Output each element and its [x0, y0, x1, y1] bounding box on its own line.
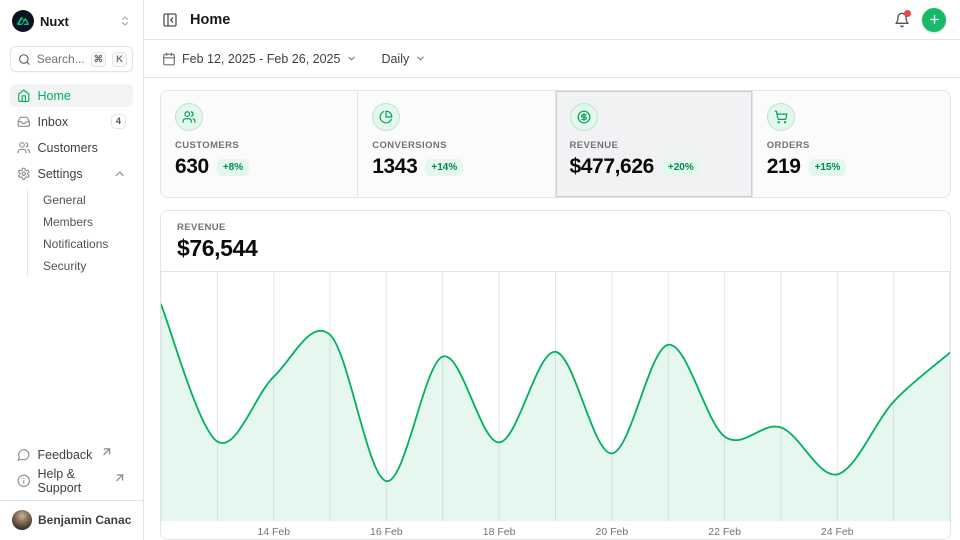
avatar: [12, 510, 32, 530]
users-icon: [17, 141, 31, 155]
stat-delta-badge: +15%: [809, 159, 847, 176]
add-button[interactable]: [922, 8, 946, 32]
stat-value: 1343: [372, 155, 417, 179]
app-window: Nuxt Search... ⌘ K Home Inbox 4 Customer…: [0, 0, 960, 540]
team-selector[interactable]: Nuxt: [10, 8, 133, 34]
chevron-down-icon: [346, 53, 357, 64]
stat-card-orders[interactable]: ORDERS 219 +15%: [753, 91, 950, 197]
stat-label: REVENUE: [570, 140, 738, 151]
search-icon: [18, 53, 31, 66]
collapse-sidebar-button[interactable]: [158, 8, 182, 32]
sidebar-item-customers[interactable]: Customers: [10, 136, 133, 159]
stat-value: 630: [175, 155, 209, 179]
filters-toolbar: Feb 12, 2025 - Feb 26, 2025 Daily: [144, 40, 960, 78]
user-menu[interactable]: Benjamin Canac: [10, 508, 133, 532]
svg-text:24 Feb: 24 Feb: [821, 527, 854, 538]
dashboard-content: CUSTOMERS 630 +8% CONVERSIONS 1343 +14%: [144, 78, 960, 540]
stat-delta-badge: +8%: [217, 159, 249, 176]
team-name: Nuxt: [40, 14, 69, 29]
svg-text:22 Feb: 22 Feb: [708, 527, 741, 538]
sidebar-footer: Feedback Help & Support: [0, 439, 143, 492]
plus-icon: [928, 13, 941, 26]
info-circle-icon: [17, 474, 31, 488]
sidebar-item-settings[interactable]: Settings: [10, 162, 133, 185]
nuxt-logo-icon: [12, 10, 34, 32]
svg-text:18 Feb: 18 Feb: [483, 527, 516, 538]
users-icon: [175, 103, 203, 131]
sidebar-item-general[interactable]: General: [28, 189, 133, 210]
period-select[interactable]: Daily: [373, 47, 434, 71]
chevron-up-icon: [113, 167, 127, 181]
message-circle-icon: [17, 448, 31, 462]
notification-dot: [904, 10, 911, 17]
shopping-cart-icon: [767, 103, 795, 131]
sidebar-item-security[interactable]: Security: [28, 255, 133, 276]
search-input[interactable]: Search... ⌘ K: [10, 46, 133, 72]
revenue-area-chart: 14 Feb 16 Feb 18 Feb 20 Feb 22 Feb 24 Feb: [161, 272, 950, 539]
stat-delta-badge: +20%: [662, 159, 700, 176]
notifications-button[interactable]: [890, 8, 914, 32]
svg-text:20 Feb: 20 Feb: [596, 527, 629, 538]
svg-text:14 Feb: 14 Feb: [257, 527, 290, 538]
sidebar-item-feedback[interactable]: Feedback: [10, 443, 133, 466]
area-chart-svg: 14 Feb 16 Feb 18 Feb 20 Feb 22 Feb 24 Feb: [161, 272, 950, 539]
kbd-k: K: [112, 52, 127, 67]
stat-card-conversions[interactable]: CONVERSIONS 1343 +14%: [358, 91, 555, 197]
topbar: Home: [144, 0, 960, 40]
stats-row: CUSTOMERS 630 +8% CONVERSIONS 1343 +14%: [160, 90, 951, 198]
settings-submenu: General Members Notifications Security: [27, 189, 133, 276]
stat-card-revenue[interactable]: REVENUE $477,626 +20%: [556, 91, 753, 197]
revenue-chart-card: REVENUE $76,544 14 Feb 16 Feb 18 Feb 20 Feb…: [160, 210, 951, 540]
chevron-down-icon: [415, 53, 426, 64]
stat-value: $477,626: [570, 155, 654, 179]
chart-metric-label: REVENUE: [177, 222, 934, 233]
gear-icon: [17, 167, 31, 181]
page-title: Home: [190, 12, 230, 28]
external-link-icon: [113, 471, 127, 485]
chart-header: REVENUE $76,544: [161, 211, 950, 272]
stat-value: 219: [767, 155, 801, 179]
chart-metric-value: $76,544: [177, 235, 934, 262]
circle-dollar-icon: [570, 103, 598, 131]
sidebar-item-notifications[interactable]: Notifications: [28, 233, 133, 254]
stat-card-customers[interactable]: CUSTOMERS 630 +8%: [161, 91, 358, 197]
home-icon: [17, 89, 31, 103]
kbd-cmd: ⌘: [91, 52, 106, 67]
date-range-picker[interactable]: Feb 12, 2025 - Feb 26, 2025: [154, 47, 365, 71]
sidebar-nav: Home Inbox 4 Customers Settings General …: [0, 82, 143, 279]
calendar-icon: [162, 52, 176, 66]
chart-pie-icon: [372, 103, 400, 131]
panel-left-close-icon: [162, 12, 178, 28]
stat-delta-badge: +14%: [425, 159, 463, 176]
stat-label: CONVERSIONS: [372, 140, 540, 151]
stat-label: CUSTOMERS: [175, 140, 343, 151]
inbox-icon: [17, 115, 31, 129]
sidebar: Nuxt Search... ⌘ K Home Inbox 4 Customer…: [0, 0, 144, 540]
external-link-icon: [100, 445, 114, 459]
svg-text:16 Feb: 16 Feb: [370, 527, 403, 538]
chevrons-up-down-icon: [119, 15, 131, 27]
main-area: Home Feb 12, 2025 - Feb 26, 2025 Daily: [144, 0, 960, 540]
sidebar-item-home[interactable]: Home: [10, 84, 133, 107]
user-name: Benjamin Canac: [38, 513, 131, 527]
inbox-count-badge: 4: [111, 114, 126, 129]
sidebar-item-inbox[interactable]: Inbox 4: [10, 110, 133, 133]
search-placeholder: Search...: [37, 52, 85, 66]
sidebar-item-members[interactable]: Members: [28, 211, 133, 232]
stat-label: ORDERS: [767, 140, 936, 151]
sidebar-item-help-support[interactable]: Help & Support: [10, 469, 133, 492]
